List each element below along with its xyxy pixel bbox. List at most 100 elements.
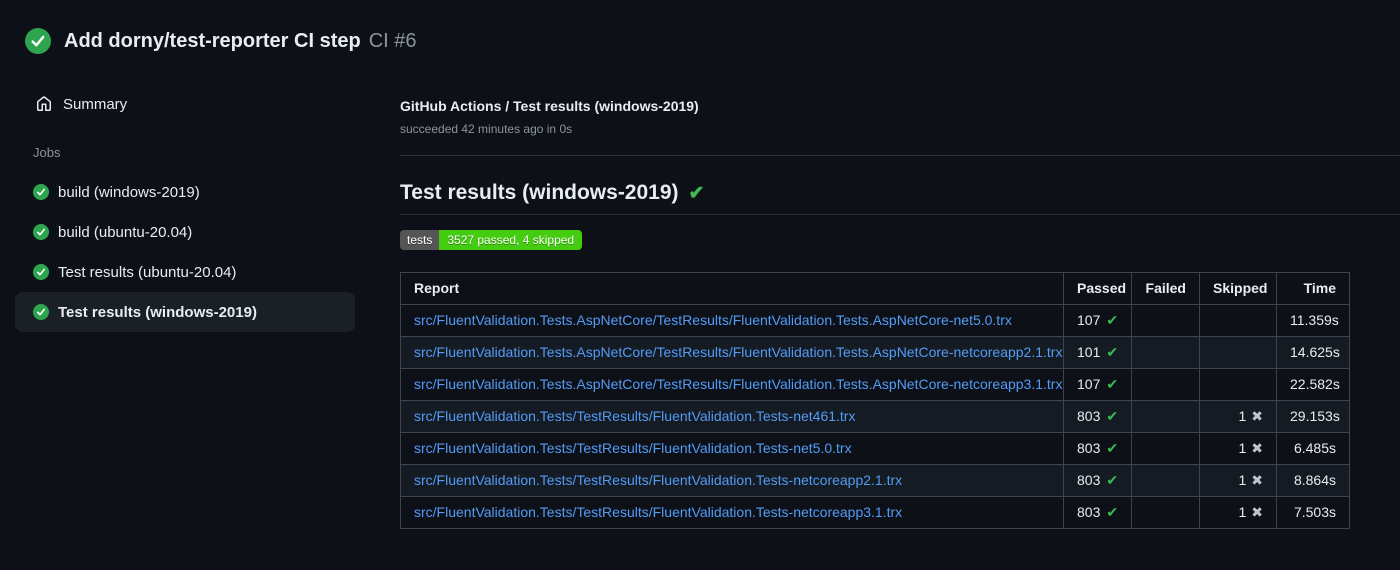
failed-cell bbox=[1131, 496, 1200, 529]
report-cell: src/FluentValidation.Tests/TestResults/F… bbox=[400, 432, 1064, 465]
passed-cell: 803 ✔ bbox=[1063, 496, 1132, 529]
results-table-wrap: Report Passed Failed Skipped Time src/Fluent… bbox=[400, 272, 1400, 529]
table-row: src/FluentValidation.Tests.AspNetCore/Te… bbox=[400, 304, 1350, 337]
passed-cell: 803 ✔ bbox=[1063, 464, 1132, 497]
table-row: src/FluentValidation.Tests.AspNetCore/Te… bbox=[400, 368, 1350, 401]
table-row: src/FluentValidation.Tests/TestResults/F… bbox=[400, 464, 1350, 497]
passed-cell: 803 ✔ bbox=[1063, 400, 1132, 433]
skipped-count: 1 bbox=[1238, 472, 1247, 488]
skipped-cross-icon: ✖ bbox=[1251, 472, 1263, 488]
failed-cell bbox=[1131, 464, 1200, 497]
skipped-cell: 1 ✖ bbox=[1199, 432, 1277, 465]
job-label: Test results (ubuntu-20.04) bbox=[58, 263, 237, 281]
skipped-count: 1 bbox=[1238, 440, 1247, 456]
failed-cell bbox=[1131, 336, 1200, 369]
report-cell: src/FluentValidation.Tests.AspNetCore/Te… bbox=[400, 336, 1064, 369]
sidebar-job-item-2[interactable]: build (ubuntu-20.04) bbox=[15, 212, 355, 252]
passed-check-icon: ✔ bbox=[1106, 472, 1119, 488]
passed-check-icon: ✔ bbox=[1106, 408, 1119, 424]
report-link[interactable]: src/FluentValidation.Tests.AspNetCore/Te… bbox=[414, 312, 1012, 328]
sidebar-job-item-4[interactable]: Test results (windows-2019) bbox=[15, 292, 355, 332]
failed-cell bbox=[1131, 304, 1200, 337]
skipped-cell bbox=[1199, 368, 1277, 401]
column-header-report: Report bbox=[400, 272, 1064, 305]
failed-cell bbox=[1131, 432, 1200, 465]
report-link[interactable]: src/FluentValidation.Tests/TestResults/F… bbox=[414, 408, 855, 424]
passed-count: 803 bbox=[1077, 472, 1101, 488]
home-icon bbox=[36, 96, 52, 112]
job-success-check-circle-icon bbox=[33, 264, 49, 280]
job-success-check-circle-icon bbox=[33, 304, 49, 320]
check-run-context-title: GitHub Actions / Test results (windows-2… bbox=[400, 98, 699, 114]
passed-cell: 107 ✔ bbox=[1063, 368, 1132, 401]
report-cell: src/FluentValidation.Tests.AspNetCore/Te… bbox=[400, 368, 1064, 401]
main-content: GitHub Actions / Test results (windows-2… bbox=[400, 97, 1400, 529]
passed-check-icon: ✔ bbox=[1106, 440, 1119, 456]
check-run-status-text: succeeded 42 minutes ago in 0s bbox=[400, 122, 573, 136]
passed-count: 803 bbox=[1077, 408, 1101, 424]
report-link[interactable]: src/FluentValidation.Tests/TestResults/F… bbox=[414, 440, 852, 456]
report-cell: src/FluentValidation.Tests/TestResults/F… bbox=[400, 400, 1064, 433]
passed-check-icon: ✔ bbox=[1106, 344, 1119, 360]
tests-badge: tests 3527 passed, 4 skipped bbox=[400, 230, 583, 250]
column-header-failed: Failed bbox=[1131, 272, 1200, 305]
report-heading: Test results (windows-2019) ✔ bbox=[400, 179, 1400, 215]
skipped-cross-icon: ✖ bbox=[1251, 504, 1263, 520]
sidebar-item-summary[interactable]: Summary bbox=[0, 88, 384, 120]
results-table: Report Passed Failed Skipped Time src/Fluent… bbox=[400, 272, 1350, 529]
section-divider bbox=[400, 155, 1400, 156]
report-cell: src/FluentValidation.Tests/TestResults/F… bbox=[400, 496, 1064, 529]
job-success-check-circle-icon bbox=[33, 224, 49, 240]
time-cell: 7.503s bbox=[1276, 496, 1350, 529]
report-link[interactable]: src/FluentValidation.Tests/TestResults/F… bbox=[414, 504, 902, 520]
sidebar-job-item-1[interactable]: build (windows-2019) bbox=[15, 172, 355, 212]
report-link[interactable]: src/FluentValidation.Tests/TestResults/F… bbox=[414, 472, 902, 488]
table-row: src/FluentValidation.Tests/TestResults/F… bbox=[400, 432, 1350, 465]
job-label: Test results (windows-2019) bbox=[58, 303, 257, 321]
time-cell: 8.864s bbox=[1276, 464, 1350, 497]
skipped-cell bbox=[1199, 336, 1277, 369]
skipped-cell bbox=[1199, 304, 1277, 337]
skipped-count: 1 bbox=[1238, 504, 1247, 520]
sidebar-summary-label: Summary bbox=[63, 95, 128, 113]
passed-count: 101 bbox=[1077, 344, 1101, 360]
passed-check-icon: ✔ bbox=[1106, 504, 1119, 520]
time-cell: 22.582s bbox=[1276, 368, 1350, 401]
passed-cell: 803 ✔ bbox=[1063, 432, 1132, 465]
failed-cell bbox=[1131, 368, 1200, 401]
run-number: CI #6 bbox=[368, 29, 417, 52]
column-header-time: Time bbox=[1276, 272, 1350, 305]
badge-row: tests 3527 passed, 4 skipped bbox=[400, 230, 1400, 250]
table-row: src/FluentValidation.Tests/TestResults/F… bbox=[400, 496, 1350, 529]
column-header-skipped: Skipped bbox=[1199, 272, 1277, 305]
skipped-cell: 1 ✖ bbox=[1199, 496, 1277, 529]
sidebar: Summary Jobs build (windows-2019) build (… bbox=[0, 88, 384, 332]
table-row: src/FluentValidation.Tests.AspNetCore/Te… bbox=[400, 336, 1350, 369]
report-cell: src/FluentValidation.Tests.AspNetCore/Te… bbox=[400, 304, 1064, 337]
run-success-check-circle-icon bbox=[25, 28, 51, 54]
passed-count: 803 bbox=[1077, 504, 1101, 520]
job-label: build (windows-2019) bbox=[58, 183, 200, 201]
passed-check-icon: ✔ bbox=[1106, 376, 1119, 392]
column-header-passed: Passed bbox=[1063, 272, 1132, 305]
time-cell: 11.359s bbox=[1276, 304, 1350, 337]
passed-cell: 101 ✔ bbox=[1063, 336, 1132, 369]
skipped-count: 1 bbox=[1238, 408, 1247, 424]
run-header: Add dorny/test-reporter CI step CI #6 bbox=[25, 28, 417, 54]
passed-count: 107 bbox=[1077, 376, 1101, 392]
sidebar-job-item-3[interactable]: Test results (ubuntu-20.04) bbox=[15, 252, 355, 292]
failed-cell bbox=[1131, 400, 1200, 433]
skipped-cross-icon: ✖ bbox=[1251, 440, 1263, 456]
job-label: build (ubuntu-20.04) bbox=[58, 223, 193, 241]
passed-count: 107 bbox=[1077, 312, 1101, 328]
table-header-row: Report Passed Failed Skipped Time bbox=[400, 272, 1350, 305]
report-link[interactable]: src/FluentValidation.Tests.AspNetCore/Te… bbox=[414, 376, 1062, 392]
workflow-run-page: Add dorny/test-reporter CI step CI #6 Su… bbox=[0, 0, 1400, 570]
skipped-cell: 1 ✖ bbox=[1199, 464, 1277, 497]
report-link[interactable]: src/FluentValidation.Tests.AspNetCore/Te… bbox=[414, 344, 1062, 360]
jobs-list: build (windows-2019) build (ubuntu-20.04)… bbox=[0, 172, 384, 332]
passed-check-icon: ✔ bbox=[1106, 312, 1119, 328]
time-cell: 29.153s bbox=[1276, 400, 1350, 433]
table-row: src/FluentValidation.Tests/TestResults/F… bbox=[400, 400, 1350, 433]
passed-cell: 107 ✔ bbox=[1063, 304, 1132, 337]
